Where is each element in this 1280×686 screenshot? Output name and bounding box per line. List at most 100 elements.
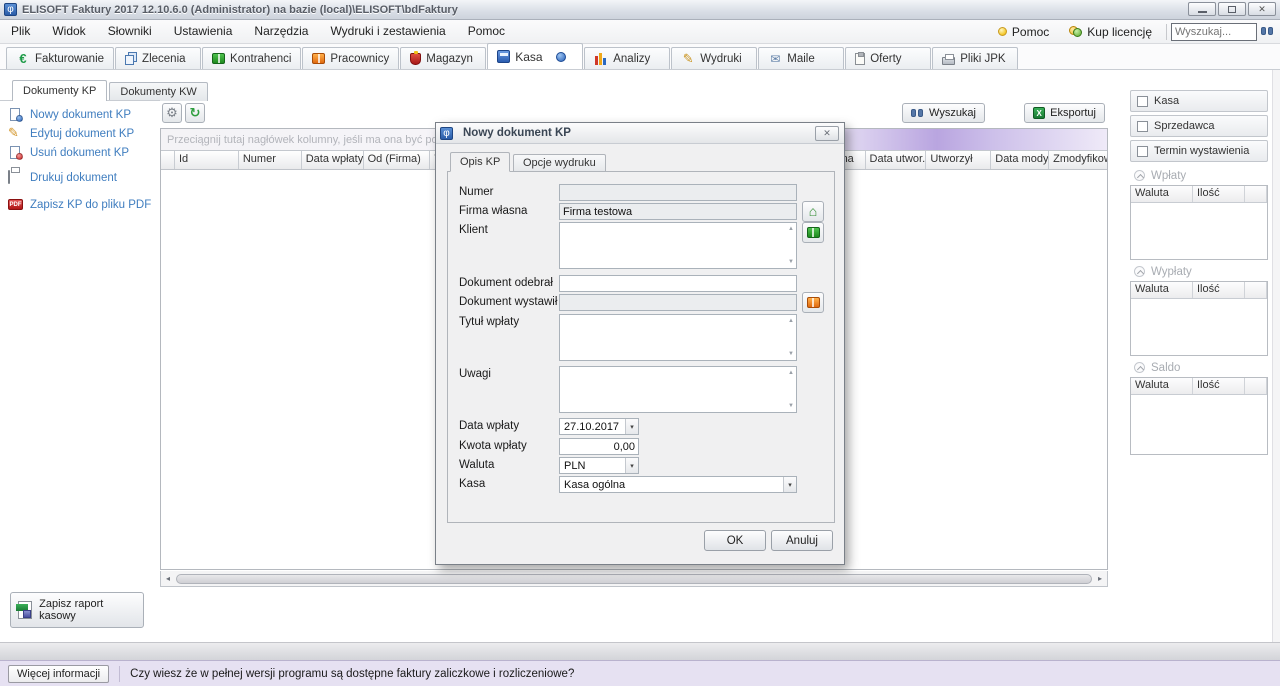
- vertical-scroll-track[interactable]: [1272, 70, 1280, 642]
- grid-export-button[interactable]: X Eksportuj: [1024, 103, 1105, 123]
- column-od-firma[interactable]: Od (Firma): [364, 151, 431, 169]
- collapse-icon[interactable]: [1134, 266, 1145, 277]
- scroll-right-icon[interactable]: ▸: [1093, 574, 1107, 583]
- checkbox[interactable]: [1137, 95, 1148, 107]
- grid-horizontal-scrollbar[interactable]: ◂ ▸: [160, 571, 1108, 587]
- link-edytuj-dokument-kp[interactable]: ✎ Edytuj dokument KP: [8, 125, 134, 141]
- tab-magazyn[interactable]: Magazyn: [400, 47, 487, 69]
- restore-button[interactable]: [1218, 2, 1246, 16]
- ok-button[interactable]: OK: [704, 530, 766, 551]
- numer-input[interactable]: [559, 184, 797, 201]
- collapse-icon[interactable]: [1134, 362, 1145, 373]
- klient-textarea[interactable]: ▲ ▼: [559, 222, 797, 269]
- column-extra[interactable]: [1245, 378, 1267, 394]
- column-data-wplaty[interactable]: Data wpłaty: [302, 151, 364, 169]
- link-nowy-dokument-kp[interactable]: Nowy dokument KP: [8, 108, 131, 122]
- firma-wlasna-input[interactable]: [559, 203, 797, 220]
- scroll-down-icon[interactable]: ▼: [788, 259, 794, 265]
- dropdown-icon[interactable]: ▾: [625, 419, 638, 434]
- menu-ustawienia[interactable]: Ustawienia: [163, 20, 244, 43]
- column-waluta[interactable]: Waluta: [1131, 186, 1193, 202]
- select-employee-button[interactable]: [802, 292, 824, 313]
- tab-kontrahenci[interactable]: Kontrahenci: [202, 47, 302, 69]
- link-zapisz-kp-pdf[interactable]: PDF Zapisz KP do pliku PDF: [8, 198, 151, 212]
- scroll-left-icon[interactable]: ◂: [161, 574, 175, 583]
- checkbox[interactable]: [1137, 120, 1148, 132]
- close-button[interactable]: ✕: [1248, 2, 1276, 16]
- grid-settings-button[interactable]: ⚙: [162, 103, 182, 123]
- filter-termin-wystawienia[interactable]: Termin wystawienia: [1130, 140, 1268, 162]
- column-ilosc[interactable]: Ilość: [1193, 282, 1245, 298]
- tab-pliki-jpk[interactable]: Pliki JPK: [932, 47, 1019, 69]
- scroll-up-icon[interactable]: ▲: [788, 370, 794, 376]
- search-input[interactable]: [1171, 22, 1257, 41]
- column-extra[interactable]: [1245, 282, 1267, 298]
- scroll-up-icon[interactable]: ▲: [788, 226, 794, 232]
- grid-refresh-button[interactable]: ↻: [185, 103, 205, 123]
- dialog-close-button[interactable]: ✕: [815, 126, 839, 141]
- filter-sprzedawca[interactable]: Sprzedawca: [1130, 115, 1268, 137]
- kwota-wplaty-input[interactable]: [559, 438, 639, 455]
- collapse-icon[interactable]: [1134, 170, 1145, 181]
- section-wyplaty-header[interactable]: Wypłaty: [1130, 262, 1268, 281]
- menu-wydruki-zestawienia[interactable]: Wydruki i zestawienia: [319, 20, 456, 43]
- link-drukuj-dokument[interactable]: Drukuj dokument: [8, 170, 117, 185]
- tab-maile[interactable]: ✉ Maile: [758, 47, 845, 69]
- dialog-tab-opcje-wydruku[interactable]: Opcje wydruku: [513, 154, 606, 172]
- dropdown-icon[interactable]: ▾: [625, 458, 638, 473]
- waluta-combo[interactable]: PLN ▾: [559, 457, 639, 474]
- menu-slowniki[interactable]: Słowniki: [97, 20, 163, 43]
- dropdown-icon[interactable]: ▾: [783, 477, 796, 492]
- column-waluta[interactable]: Waluta: [1131, 378, 1193, 394]
- scrollbar-thumb[interactable]: [176, 573, 1092, 584]
- menu-plik[interactable]: Plik: [0, 20, 41, 43]
- scroll-down-icon[interactable]: ▼: [788, 403, 794, 409]
- uwagi-textarea[interactable]: ▲ ▼: [559, 366, 797, 413]
- tab-analizy[interactable]: Analizy: [584, 47, 671, 69]
- section-wplaty-header[interactable]: Wpłaty: [1130, 166, 1268, 185]
- subtab-dokumenty-kp[interactable]: Dokumenty KP: [12, 80, 108, 101]
- help-button[interactable]: Pomoc: [988, 25, 1059, 39]
- search-binoculars-icon[interactable]: [1261, 27, 1274, 36]
- menu-pomoc[interactable]: Pomoc: [457, 20, 516, 43]
- tytul-wplaty-textarea[interactable]: ▲ ▼: [559, 314, 797, 361]
- tab-zlecenia[interactable]: Zlecenia: [115, 47, 202, 69]
- dokument-wystawil-input[interactable]: [559, 294, 797, 311]
- column-waluta[interactable]: Waluta: [1131, 282, 1193, 298]
- filter-kasa[interactable]: Kasa: [1130, 90, 1268, 112]
- column-ilosc[interactable]: Ilość: [1193, 186, 1245, 202]
- data-wplaty-combo[interactable]: 27.10.2017 ▾: [559, 418, 639, 435]
- grid-search-button[interactable]: Wyszukaj: [902, 103, 985, 123]
- kasa-combo[interactable]: Kasa ogólna ▾: [559, 476, 797, 493]
- column-data-utworzenia[interactable]: Data utwor...: [866, 151, 927, 169]
- more-info-button[interactable]: Więcej informacji: [8, 664, 110, 683]
- column-extra[interactable]: [1245, 186, 1267, 202]
- column-zmodyfikowal[interactable]: Zmodyfikowa: [1049, 151, 1107, 169]
- column-numer[interactable]: Numer: [239, 151, 302, 169]
- subtab-dokumenty-kw[interactable]: Dokumenty KW: [109, 82, 208, 101]
- buy-license-button[interactable]: Kup licencję: [1059, 25, 1162, 39]
- link-usun-dokument-kp[interactable]: Usuń dokument KP: [8, 146, 129, 160]
- scroll-up-icon[interactable]: ▲: [788, 318, 794, 324]
- menu-widok[interactable]: Widok: [41, 20, 96, 43]
- tab-oferty[interactable]: Oferty: [845, 47, 932, 69]
- column-selector[interactable]: [161, 151, 175, 169]
- tab-kasa[interactable]: Kasa: [487, 43, 584, 69]
- select-own-company-button[interactable]: ⌂: [802, 201, 824, 222]
- dialog-title-bar[interactable]: φ Nowy dokument KP ✕: [436, 123, 844, 144]
- scroll-down-icon[interactable]: ▼: [788, 351, 794, 357]
- column-utworzyl[interactable]: Utworzył: [926, 151, 992, 169]
- tab-pracownicy[interactable]: Pracownicy: [302, 47, 400, 69]
- tab-fakturowanie[interactable]: € Fakturowanie: [6, 47, 115, 69]
- column-data-modyfikacji[interactable]: Data mody...: [991, 151, 1050, 169]
- cancel-button[interactable]: Anuluj: [771, 530, 833, 551]
- checkbox[interactable]: [1137, 145, 1148, 157]
- column-ilosc[interactable]: Ilość: [1193, 378, 1245, 394]
- select-client-button[interactable]: [802, 222, 824, 243]
- column-id[interactable]: Id: [175, 151, 239, 169]
- dialog-tab-opis-kp[interactable]: Opis KP: [450, 152, 511, 172]
- menu-narzedzia[interactable]: Narzędzia: [243, 20, 319, 43]
- save-cash-report-button[interactable]: Zapisz raport kasowy: [10, 592, 144, 628]
- dokument-odebral-input[interactable]: [559, 275, 797, 292]
- tab-wydruki[interactable]: ✎ Wydruki: [671, 47, 758, 69]
